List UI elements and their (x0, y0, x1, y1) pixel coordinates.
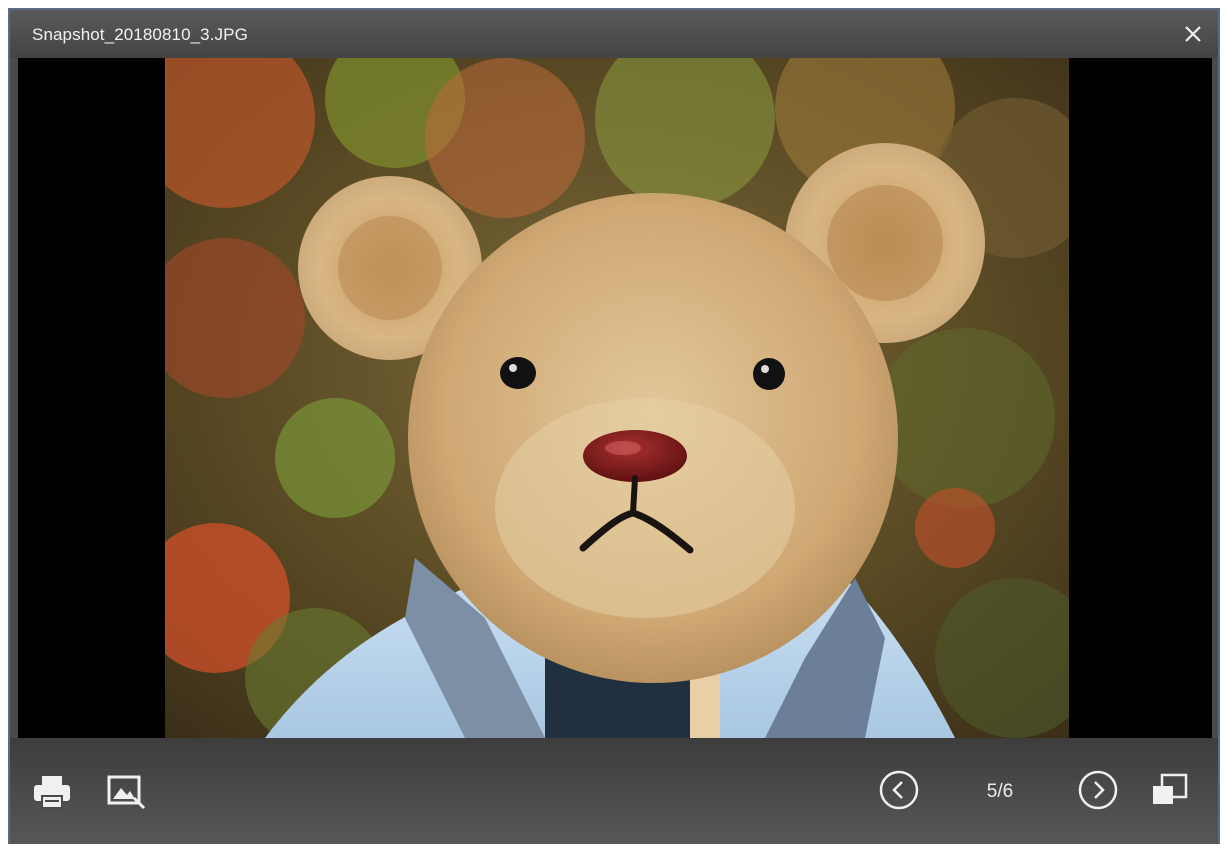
image-display-area (18, 58, 1212, 738)
close-icon (1185, 26, 1201, 42)
print-icon (34, 776, 70, 809)
chevron-left-circle-icon (879, 770, 919, 810)
restore-size-button[interactable] (1150, 772, 1190, 813)
image-viewer-window: Snapshot_20180810_3.JPG 5/6 (8, 8, 1220, 844)
window-title: Snapshot_20180810_3.JPG (32, 25, 248, 44)
teddy-bear-photo (165, 58, 1069, 738)
title-bar: Snapshot_20180810_3.JPG (10, 10, 1218, 58)
image-edit-icon (107, 775, 146, 810)
edit-image-button[interactable] (106, 772, 148, 817)
image-counter: 5/6 (986, 781, 1014, 802)
bottom-toolbar: 5/6 (10, 738, 1218, 844)
photo (165, 58, 1069, 738)
chevron-right-circle-icon (1078, 770, 1118, 810)
restore-window-icon (1153, 773, 1188, 804)
previous-button[interactable] (878, 769, 920, 816)
close-button[interactable] (1178, 19, 1208, 49)
print-button[interactable] (32, 774, 72, 815)
next-button[interactable] (1077, 769, 1119, 816)
